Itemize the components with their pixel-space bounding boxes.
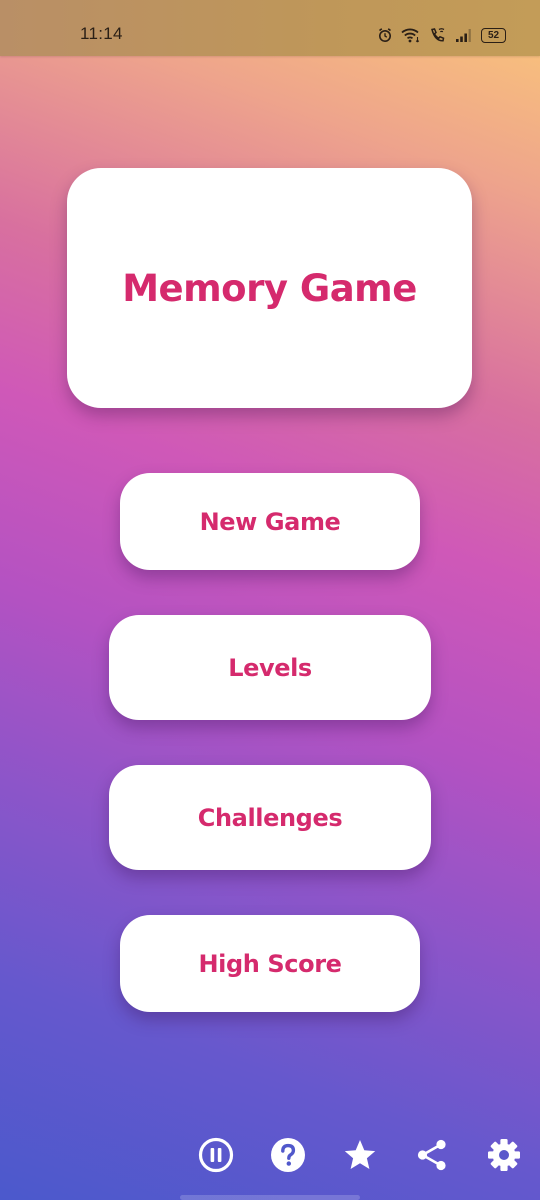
status-icons: 52 xyxy=(377,25,506,45)
help-button[interactable] xyxy=(269,1137,307,1178)
new-game-button[interactable]: New Game xyxy=(120,473,420,570)
status-time: 11:14 xyxy=(80,24,123,43)
settings-button[interactable] xyxy=(485,1138,523,1176)
gesture-navigation-bar[interactable] xyxy=(180,1195,360,1200)
share-button[interactable] xyxy=(413,1138,451,1176)
settings-icon xyxy=(486,1137,522,1178)
title-card: Memory Game xyxy=(67,168,472,408)
app-title: Memory Game xyxy=(122,266,417,310)
pause-circle-icon xyxy=(198,1137,234,1178)
wifi-calling-icon xyxy=(429,27,447,43)
challenges-button[interactable]: Challenges xyxy=(109,765,431,870)
high-score-button[interactable]: High Score xyxy=(120,915,420,1012)
bottom-toolbar xyxy=(0,1137,540,1178)
star-icon xyxy=(342,1137,378,1178)
status-bar: 11:14 52 xyxy=(0,0,540,56)
alarm-icon xyxy=(377,27,393,43)
share-icon xyxy=(414,1137,450,1178)
favorites-button[interactable] xyxy=(341,1138,379,1176)
levels-button[interactable]: Levels xyxy=(109,615,431,720)
pause-button[interactable] xyxy=(197,1137,235,1178)
help-icon xyxy=(270,1137,306,1178)
battery-icon: 52 xyxy=(481,27,506,43)
signal-icon xyxy=(455,27,473,43)
wifi-icon xyxy=(401,27,421,43)
